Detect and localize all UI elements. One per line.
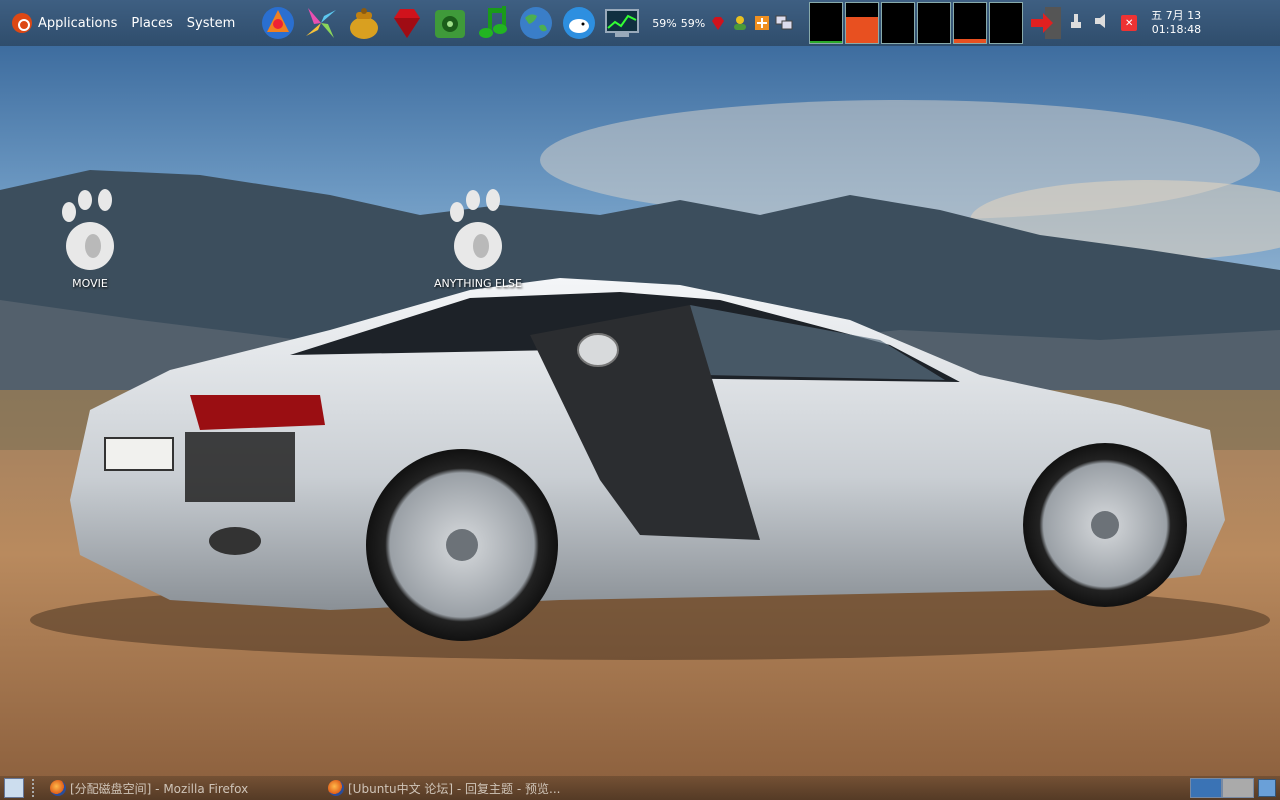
taskbar-window-title: [Ubuntu中文 论坛] - 回复主题 - 预览... [348, 781, 561, 796]
update-notify-icon[interactable] [752, 13, 772, 33]
main-menu-bar: Applications Places System [0, 0, 249, 46]
clock[interactable]: 五 7月 13 01:18:48 [1143, 9, 1201, 37]
launcher-bar [257, 2, 644, 44]
volume-icon[interactable] [1093, 12, 1115, 34]
applications-menu[interactable]: Applications [12, 13, 117, 33]
applications-menu-label: Applications [38, 15, 118, 31]
workspace-2[interactable] [1222, 778, 1254, 798]
globe-browser-icon[interactable] [515, 2, 557, 44]
honey-pot-icon[interactable] [343, 2, 385, 44]
clock-time: 01:18:48 [1151, 23, 1202, 36]
places-menu-label: Places [131, 15, 173, 31]
show-desktop-icon[interactable] [4, 778, 24, 798]
logout-icon[interactable] [1029, 5, 1063, 41]
system-menu-label: System [186, 15, 236, 31]
taskbar-window-firefox-1[interactable]: [分配磁盘空间] - Mozilla Firefox [44, 777, 314, 799]
cpu-monitor[interactable] [809, 2, 844, 44]
places-menu[interactable]: Places [131, 16, 172, 31]
workspace-1[interactable] [1190, 778, 1222, 798]
firefox-icon [328, 780, 344, 796]
gnome-foot-icon [62, 189, 114, 270]
system-monitor-applets [809, 2, 1025, 44]
pinwheel-app-icon[interactable] [300, 2, 342, 44]
memory-monitor[interactable] [845, 2, 880, 44]
media-player-icon[interactable] [429, 2, 471, 44]
system-monitor-icon[interactable] [601, 2, 643, 44]
ruby-gem-icon[interactable] [386, 2, 428, 44]
cpu-monitor-level [810, 41, 843, 43]
system-tray: 59% 59% [650, 13, 795, 33]
user-status-icon[interactable] [730, 13, 750, 33]
system-menu[interactable]: System [187, 16, 235, 31]
top-panel: Applications Places System 59% 59% ✕ 五 7… [0, 0, 1280, 46]
desktop-icon-label: MOVIE [72, 277, 108, 290]
desktop-icon-movie[interactable]: MOVIE [35, 186, 145, 290]
taskbar-window-firefox-2[interactable]: [Ubuntu中文 论坛] - 回复主题 - 预览... [322, 777, 592, 799]
firefox-icon [50, 780, 66, 796]
bottom-panel: [分配磁盘空间] - Mozilla Firefox [Ubuntu中文 论坛]… [0, 776, 1280, 800]
disk-monitor[interactable] [989, 2, 1024, 44]
desktop-icon-anything-else[interactable]: ANYTHING ELSE [423, 186, 533, 290]
power-plug-icon[interactable] [1069, 12, 1087, 34]
network-monitor[interactable] [881, 2, 916, 44]
cpu-percent-2: 59% [680, 16, 706, 30]
dragon-app-icon[interactable] [257, 2, 299, 44]
gnome-foot-icon [450, 189, 502, 270]
music-note-icon[interactable] [472, 2, 514, 44]
memory-monitor-level [846, 17, 879, 43]
trash-icon[interactable] [1258, 779, 1276, 797]
load-monitor[interactable] [953, 2, 988, 44]
taskbar-window-title: [分配磁盘空间] - Mozilla Firefox [70, 781, 249, 796]
cpu-percent-1: 59% [652, 16, 677, 30]
desktop-wallpaper [0, 0, 1280, 800]
desktop-icon-label: ANYTHING ELSE [434, 277, 522, 290]
ubuntu-logo-icon [12, 13, 32, 33]
whale-chat-icon[interactable] [558, 2, 600, 44]
ruby-tray-icon[interactable] [708, 13, 728, 33]
close-notification-icon[interactable]: ✕ [1121, 15, 1138, 31]
clock-date: 五 7月 13 [1151, 9, 1202, 22]
panel-handle[interactable] [32, 779, 36, 797]
load-monitor-level [954, 39, 987, 43]
swap-monitor[interactable] [917, 2, 952, 44]
network-icon[interactable] [774, 13, 794, 33]
